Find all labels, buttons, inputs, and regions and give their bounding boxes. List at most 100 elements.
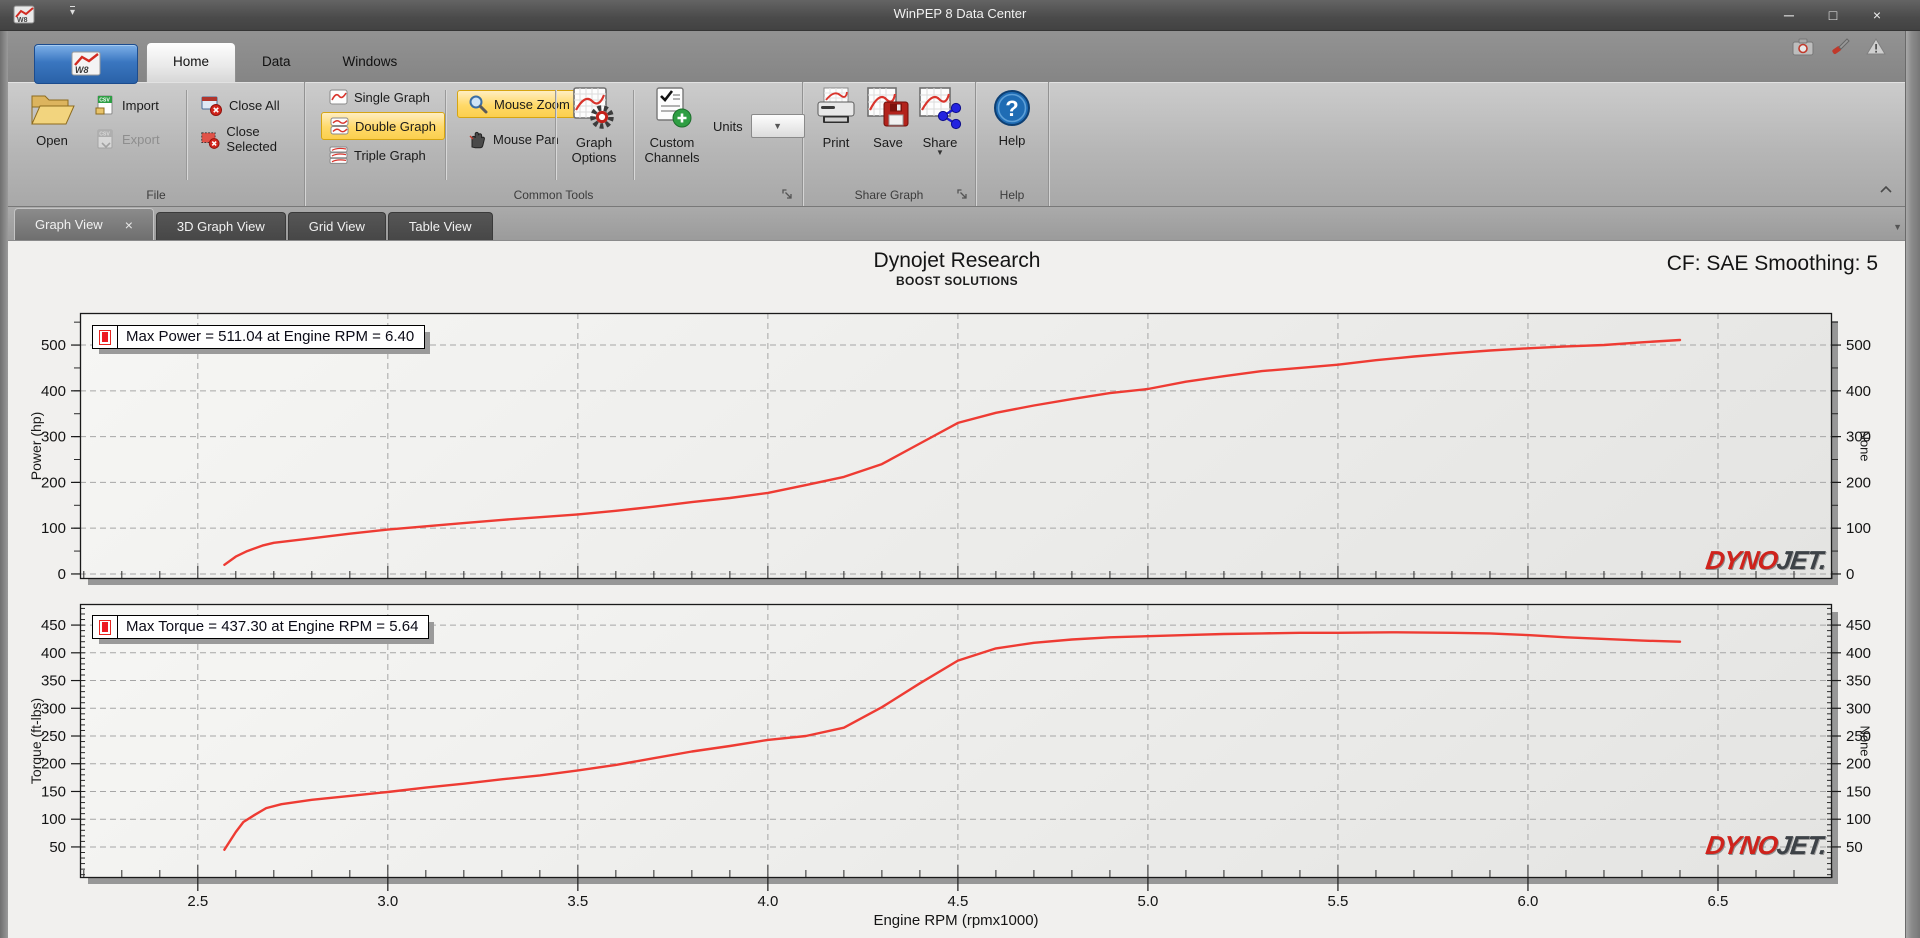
y-tick-label-right: 400 [1846, 383, 1871, 400]
graph-options-button[interactable]: Graph Options [563, 86, 625, 165]
help-icon: ? [994, 90, 1030, 126]
close-tab-icon[interactable]: × [125, 218, 133, 232]
theme-brush-icon[interactable] [1830, 38, 1850, 61]
power-chart[interactable]: 0 0 100 100 200 200 300 300 400 400 500 500 Max Pow… [28, 312, 1873, 583]
y-tick-label: 200 [41, 756, 66, 773]
custom-channels-button[interactable]: Custom Channels [641, 86, 703, 165]
open-folder-icon [31, 95, 75, 125]
x-tick-label: 4.0 [757, 893, 778, 910]
torque-legend: Max Torque = 437.30 at Engine RPM = 5.64 [92, 615, 430, 639]
y-tick-label: 0 [58, 566, 66, 583]
document-tab-bar: Graph View × 3D Graph View Grid View Tab… [8, 206, 1906, 240]
export-button[interactable]: CSV Export [94, 126, 160, 152]
y-tick-label: 350 [41, 673, 66, 690]
chart-title: Dynojet Research [873, 249, 1041, 272]
title-bar: W8 ▾ WinPEP 8 Data Center ─ □ × [0, 0, 1920, 31]
torque-chart[interactable]: 50 50 100 100 150 150 200 200 250 250 300 300 350 350… [28, 603, 1873, 929]
print-button[interactable]: Print [811, 86, 861, 150]
y-tick-label-right: 150 [1846, 783, 1871, 800]
y-tick-label: 250 [41, 728, 66, 745]
hand-pan-icon [469, 131, 485, 149]
torque-y-axis-label: Torque (ft-lbs) [28, 697, 44, 785]
x-tick-label: 2.5 [187, 893, 208, 910]
magnifier-icon [469, 95, 488, 114]
ribbon-tabs: Home Data Windows [146, 42, 423, 82]
import-csv-icon: CSV [95, 95, 113, 115]
graph-options-icon [573, 87, 614, 129]
share-button[interactable]: Share ▼ [915, 86, 965, 157]
tab-table-view[interactable]: Table View [387, 212, 493, 240]
y-tick-label: 150 [41, 783, 66, 800]
group-label-common-tools: Common Tools [513, 188, 594, 202]
y-tick-label-right: 300 [1846, 700, 1871, 717]
printer-icon [817, 87, 855, 123]
tab-list-dropdown-icon[interactable]: ▼ [1893, 222, 1902, 232]
share-dropdown-arrow[interactable]: ▼ [915, 149, 965, 157]
export-csv-icon: CSV [97, 129, 113, 149]
units-label: Units [713, 118, 743, 134]
torque-plot[interactable]: 50 50100 100150 150200 200250 250300 300350 350… [41, 603, 1871, 910]
application-menu-button[interactable]: W8 [34, 44, 138, 84]
y-tick-label-right: 100 [1846, 811, 1871, 828]
double-graph-button[interactable]: Double Graph [321, 112, 445, 140]
chart-subtitle: BOOST SOLUTIONS [895, 274, 1018, 288]
units-control: Units ▼ [713, 114, 805, 138]
power-legend: Max Power = 511.04 at Engine RPM = 6.40 [92, 325, 426, 349]
power-right-axis-label: None [1857, 430, 1873, 462]
collapse-ribbon-button[interactable] [1880, 180, 1892, 198]
winpep-window: W8 ▾ WinPEP 8 Data Center ─ □ × W8 Home … [0, 0, 1920, 938]
double-graph-icon [330, 117, 349, 135]
single-graph-button[interactable]: Single Graph [321, 84, 438, 110]
open-button[interactable]: Open [22, 88, 82, 148]
tab-windows[interactable]: Windows [317, 42, 424, 82]
ribbon-group-share-graph: Print Save Share ▼ Share Graph [803, 82, 976, 206]
alerts-icon[interactable] [1866, 38, 1886, 61]
ribbon-tab-row: W8 Home Data Windows [8, 30, 1906, 84]
torque-legend-text: Max Torque = 437.30 at Engine RPM = 5.64 [126, 618, 419, 635]
triple-graph-button[interactable]: Triple Graph [321, 142, 434, 168]
y-tick-label: 100 [41, 520, 66, 537]
dynojet-logo: DYNOJET. [1703, 830, 1829, 860]
y-tick-label-right: 50 [1846, 839, 1863, 856]
torque-series-swatch [93, 616, 118, 638]
window-frame-left [0, 0, 8, 938]
save-graph-icon [867, 87, 909, 127]
y-tick-label: 300 [41, 700, 66, 717]
close-all-button[interactable]: Close All [200, 92, 280, 118]
tab-data[interactable]: Data [236, 42, 317, 82]
tab-graph-view[interactable]: Graph View × [14, 208, 154, 240]
x-tick-label: 5.0 [1137, 893, 1158, 910]
x-tick-label: 6.5 [1708, 893, 1729, 910]
y-tick-label-right: 400 [1846, 645, 1871, 662]
group-label-file: File [146, 188, 166, 202]
svg-text:?: ? [1005, 96, 1018, 121]
y-tick-label-right: 200 [1846, 474, 1871, 491]
units-dropdown[interactable]: ▼ [750, 114, 805, 138]
torque-right-axis-label: None [1857, 725, 1873, 757]
y-tick-label: 400 [41, 383, 66, 400]
save-button[interactable]: Save [863, 86, 913, 150]
close-button[interactable]: × [1858, 2, 1896, 28]
tab-grid-view[interactable]: Grid View [287, 212, 386, 240]
y-tick-label: 300 [41, 429, 66, 446]
y-tick-label-right: 100 [1846, 520, 1871, 537]
close-selected-button[interactable]: Close Selected [200, 124, 304, 154]
mouse-pan-button[interactable]: Mouse Pan [457, 126, 569, 152]
power-series-swatch [93, 326, 118, 348]
power-plot[interactable]: 0 0100 100200 200300 300400 400500 500 [41, 312, 1871, 583]
dynojet-logo: DYNOJET. [1703, 545, 1829, 575]
y-tick-label-right: 350 [1846, 673, 1871, 690]
share-graph-icon [919, 87, 962, 130]
triple-graph-icon [329, 146, 348, 164]
tab-home[interactable]: Home [146, 42, 237, 82]
help-button[interactable]: ? Help [990, 88, 1034, 148]
minimize-button[interactable]: ─ [1770, 2, 1808, 28]
tab-3d-graph-view[interactable]: 3D Graph View [155, 212, 286, 240]
power-y-axis-label: Power (hp) [28, 411, 44, 481]
capture-icon[interactable] [1792, 38, 1814, 61]
import-button[interactable]: CSV Import [94, 92, 159, 118]
ribbon-group-help: ? Help Help [976, 82, 1049, 206]
maximize-button[interactable]: □ [1814, 2, 1852, 28]
y-tick-label: 450 [41, 617, 66, 634]
window-title: WinPEP 8 Data Center [893, 6, 1027, 21]
